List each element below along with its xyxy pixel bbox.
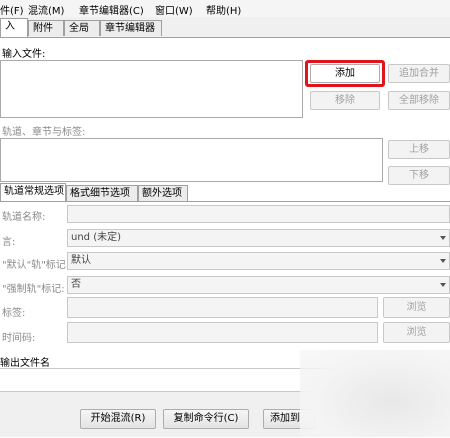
track-name-label: 轨道名称: (2, 212, 46, 223)
language-label: 言: (2, 237, 16, 248)
start-mux-button[interactable]: 开始混流(R) (80, 409, 156, 429)
forced-flag-label: "强制轨"标记: (2, 284, 65, 295)
tab-extra-options[interactable]: 额外选项 (138, 185, 188, 201)
tags-label: 标签: (2, 308, 26, 319)
tab-global[interactable]: 全局 (64, 20, 100, 36)
menu-mux[interactable]: 混流(M) (28, 2, 64, 17)
track-name-input[interactable] (67, 205, 450, 223)
menu-bar: 件(F) 混流(M) 章节编辑器(C) 窗口(W) 帮助(H) (0, 0, 450, 17)
chevron-down-icon (440, 259, 446, 263)
forced-flag-value: 否 (71, 279, 81, 290)
default-flag-select[interactable]: 默认 (67, 252, 450, 270)
menu-window[interactable]: 窗口(W) (155, 2, 193, 17)
tab-input[interactable]: 入 (0, 18, 28, 37)
add-button-highlight (305, 60, 385, 87)
timecodes-label: 时间码: (2, 333, 36, 344)
main-tabs: 入 附件 全局 章节编辑器 (0, 18, 450, 37)
chevron-down-icon (440, 283, 446, 287)
remove-button[interactable]: 移除 (310, 91, 380, 110)
default-flag-label: "默认"轨"标记: (2, 260, 70, 271)
tab-format-options[interactable]: 格式细节选项 (66, 185, 138, 201)
tab-general-options[interactable]: 轨道常规选项 (0, 183, 66, 201)
timecodes-input[interactable] (67, 322, 378, 343)
move-down-button[interactable]: 下移 (388, 166, 450, 185)
move-up-button[interactable]: 上移 (388, 140, 450, 159)
copy-command-button[interactable]: 复制命令行(C) (163, 409, 249, 429)
default-flag-value: 默认 (71, 255, 91, 266)
tracks-list[interactable] (0, 138, 383, 182)
tab-attachments[interactable]: 附件 (28, 20, 64, 36)
output-filename-label: 输出文件名 (0, 358, 50, 369)
browse-tags-button[interactable]: 浏览 (383, 297, 450, 318)
menu-chapter-editor[interactable]: 章节编辑器(C) (79, 2, 144, 17)
language-select[interactable]: und (未定) (67, 229, 450, 247)
language-value: und (未定) (71, 232, 122, 243)
input-files-list[interactable] (0, 60, 303, 118)
menu-file[interactable]: 件(F) (0, 2, 24, 17)
watermark-overlay (300, 350, 450, 437)
browse-timecodes-button[interactable]: 浏览 (383, 322, 450, 343)
tags-input[interactable] (67, 297, 378, 318)
append-button[interactable]: 追加合并 (388, 64, 450, 83)
tab-chapter-editor[interactable]: 章节编辑器 (100, 20, 162, 36)
tracks-label: 轨道、章节与标签: (2, 127, 86, 138)
menu-help[interactable]: 帮助(H) (206, 2, 241, 17)
forced-flag-select[interactable]: 否 (67, 276, 450, 294)
input-files-label: 输入文件: (2, 49, 46, 60)
remove-all-button[interactable]: 全部移除 (388, 91, 450, 110)
chevron-down-icon (440, 236, 446, 240)
